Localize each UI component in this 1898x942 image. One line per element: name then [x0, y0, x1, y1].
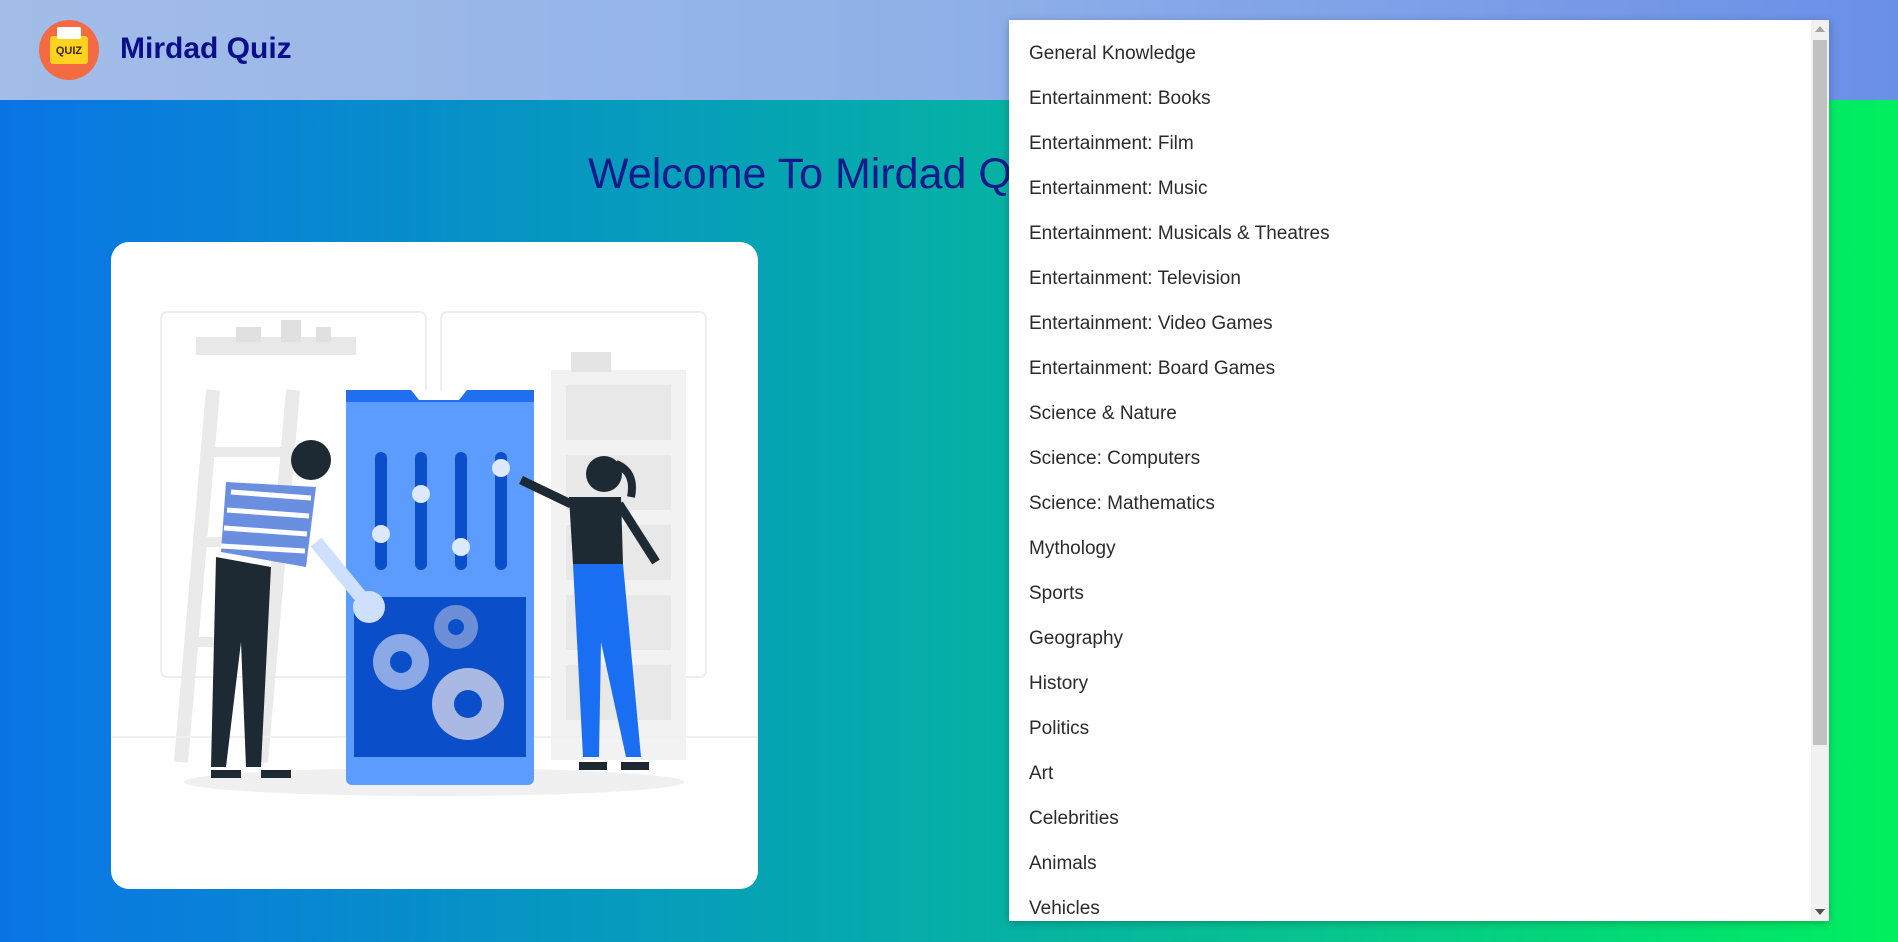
category-option[interactable]: History [1029, 666, 1088, 702]
category-option[interactable]: Celebrities [1029, 801, 1119, 837]
category-option[interactable]: Animals [1029, 846, 1097, 882]
category-option[interactable]: Science: Mathematics [1029, 486, 1215, 522]
category-option[interactable]: Mythology [1029, 531, 1116, 567]
category-option[interactable]: Entertainment: Television [1029, 261, 1241, 297]
category-option[interactable]: Vehicles [1029, 891, 1100, 921]
category-option[interactable]: Science: Computers [1029, 441, 1200, 477]
logo-text: QUIZ [55, 45, 83, 57]
scrollbar-thumb[interactable] [1813, 40, 1827, 745]
category-option[interactable]: Sports [1029, 576, 1084, 612]
category-dropdown-list[interactable]: General Knowledge Entertainment: Books Ent… [1009, 20, 1829, 921]
category-option[interactable]: General Knowledge [1029, 36, 1196, 72]
dropdown-scrollbar[interactable] [1811, 20, 1829, 921]
welcome-heading: Welcome To Mirdad Q [588, 150, 1012, 198]
settings-illustration-icon [111, 311, 758, 796]
category-option[interactable]: Entertainment: Books [1029, 81, 1211, 117]
category-option[interactable]: Entertainment: Film [1029, 126, 1194, 162]
category-option[interactable]: Entertainment: Board Games [1029, 351, 1275, 387]
category-option[interactable]: Entertainment: Musicals & Theatres [1029, 216, 1330, 252]
illustration-card [111, 242, 758, 889]
category-option[interactable]: Entertainment: Video Games [1029, 306, 1273, 342]
brand-name[interactable]: Mirdad Quiz [120, 32, 292, 66]
category-option[interactable]: Geography [1029, 621, 1123, 657]
scroll-up-icon[interactable] [1815, 26, 1825, 32]
category-option[interactable]: Entertainment: Music [1029, 171, 1207, 207]
category-option[interactable]: Science & Nature [1029, 396, 1177, 432]
scroll-down-icon[interactable] [1815, 909, 1825, 915]
quiz-logo-icon[interactable]: QUIZ [39, 20, 99, 80]
category-option[interactable]: Politics [1029, 711, 1089, 747]
category-option[interactable]: Art [1029, 756, 1053, 792]
